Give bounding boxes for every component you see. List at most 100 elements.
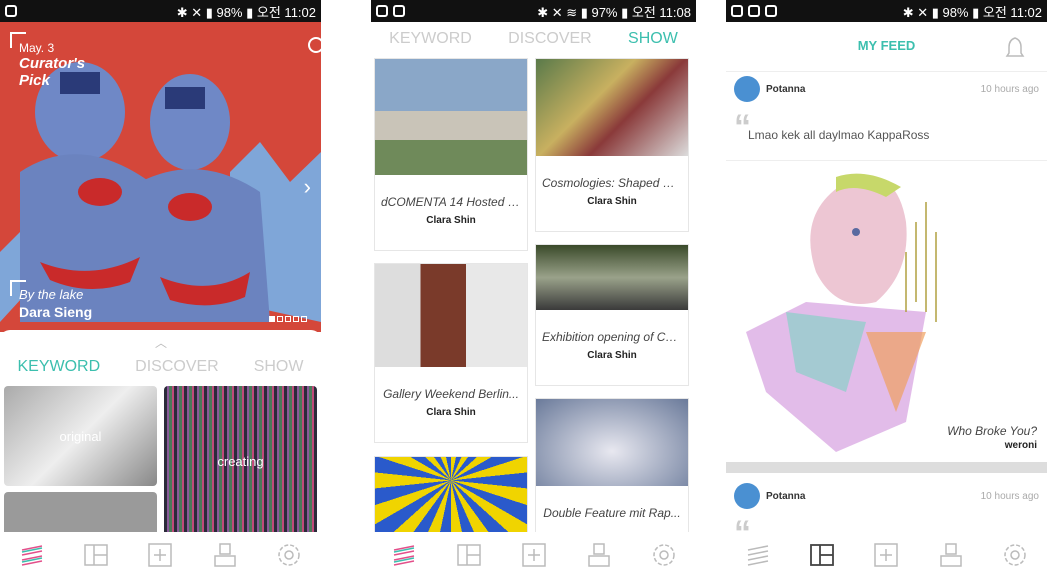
post-time: 10 hours ago	[980, 84, 1039, 95]
show-author: Clara Shin	[426, 407, 476, 418]
add-icon[interactable]	[521, 542, 547, 568]
show-image	[536, 399, 688, 486]
curators-pick-banner[interactable]: May. 3 Curator's Pick › By the lake Dara…	[0, 22, 321, 332]
post-artwork[interactable]	[726, 162, 1047, 460]
avatar[interactable]	[734, 483, 760, 509]
show-image	[536, 245, 688, 310]
gear-icon[interactable]	[651, 542, 677, 568]
bell-icon[interactable]	[1005, 36, 1025, 60]
show-author: Clara Shin	[587, 196, 637, 207]
carousel-dot[interactable]	[285, 316, 291, 322]
feed-header: MY FEED	[726, 22, 1047, 72]
profile-icon[interactable]	[212, 542, 238, 568]
post-text: Lmao kek all daylmao KappaRoss	[748, 128, 930, 142]
show-card[interactable]: Gallery Weekend Berlin... Clara Shin	[374, 263, 528, 443]
post-username[interactable]: Potanna	[766, 491, 805, 502]
carousel-dot[interactable]	[269, 316, 275, 322]
app-notification-icon	[748, 5, 760, 17]
show-image	[375, 264, 527, 367]
page-title: MY FEED	[857, 38, 916, 53]
show-title: Exhibition opening of Ch...	[542, 330, 683, 344]
phone-screen-show: ✱ ✕ ≋ ▮ 97% ▮ 오전 11:08 KEYWORD DISCOVER …	[371, 0, 696, 578]
keyword-label: creating	[217, 453, 264, 469]
keyword-tile[interactable]	[4, 492, 157, 536]
show-card[interactable]: Exhibition opening of Ch... Clara Shin	[535, 244, 689, 386]
home-lines-icon[interactable]	[391, 542, 417, 568]
show-card[interactable]: Double Feature mit Rap...	[535, 398, 689, 536]
post-time: 10 hours ago	[980, 491, 1039, 502]
artwork-title: Who Broke You?	[947, 424, 1037, 438]
artwork-author: weroni	[1004, 440, 1037, 451]
bottom-nav	[0, 532, 321, 578]
home-lines-icon[interactable]	[745, 542, 771, 568]
profile-icon[interactable]	[938, 542, 964, 568]
add-icon[interactable]	[147, 542, 173, 568]
status-time: 오전 11:08	[631, 4, 691, 20]
gear-icon[interactable]	[276, 542, 302, 568]
status-right: ✱ ✕ ▮ 98% ▮ 오전 11:02	[902, 4, 1042, 20]
avatar[interactable]	[734, 76, 760, 102]
show-image	[536, 59, 688, 156]
app-notification-icon	[5, 5, 17, 17]
artwork-title: By the lake	[19, 287, 84, 302]
battery-percent: 98%	[942, 4, 969, 20]
battery-percent: 98%	[216, 4, 243, 20]
divider	[726, 160, 1047, 161]
status-bar: ✱ ✕ ▮ 98% ▮ 오전 11:02	[726, 0, 1047, 22]
gear-icon[interactable]	[1002, 542, 1028, 568]
app-notification-icon	[376, 5, 388, 17]
app-notification-icon	[731, 5, 743, 17]
artwork-image	[726, 162, 1047, 460]
show-author: Clara Shin	[587, 350, 637, 361]
tab-discover[interactable]: DISCOVER	[508, 30, 592, 48]
home-lines-icon[interactable]	[19, 542, 45, 568]
tab-show[interactable]: SHOW	[254, 358, 304, 376]
show-card[interactable]: Cosmologies: Shaped By... Clara Shin	[535, 58, 689, 232]
show-image	[375, 59, 527, 175]
tab-discover[interactable]: DISCOVER	[135, 358, 219, 376]
curators-pick-label: Curator's Pick	[19, 55, 86, 89]
status-right: ✱ ✕ ▮ 98% ▮ 오전 11:02	[176, 4, 316, 20]
carousel-dot[interactable]	[277, 316, 283, 322]
carousel-dot[interactable]	[301, 316, 307, 322]
grid-icon[interactable]	[456, 542, 482, 568]
artist-name: Dara Sieng	[19, 304, 93, 320]
phone-screen-curators-pick: ✱ ✕ ▮ 98% ▮ 오전 11:02 May. 3 Curator's Pi…	[0, 0, 321, 578]
keyword-tile[interactable]: original	[4, 386, 157, 486]
app-notification-icon	[393, 5, 405, 17]
show-title: Gallery Weekend Berlin...	[383, 387, 519, 401]
status-bar: ✱ ✕ ▮ 98% ▮ 오전 11:02	[0, 0, 321, 22]
grid-icon[interactable]	[83, 542, 109, 568]
bottom-sheet: ︿ KEYWORD DISCOVER SHOW original creatin…	[0, 330, 321, 536]
tab-bar: KEYWORD DISCOVER SHOW	[0, 358, 321, 376]
add-icon[interactable]	[873, 542, 899, 568]
chevron-right-icon[interactable]: ›	[304, 174, 311, 200]
status-time: 오전 11:02	[256, 4, 316, 20]
grid-icon[interactable]	[809, 542, 835, 568]
show-title: Double Feature mit Rap...	[543, 506, 681, 520]
status-bar: ✱ ✕ ≋ ▮ 97% ▮ 오전 11:08	[371, 0, 696, 22]
show-card[interactable]	[374, 456, 528, 536]
tab-keyword[interactable]: KEYWORD	[17, 358, 100, 376]
app-notification-icon	[765, 5, 777, 17]
show-title: dCOMENTA 14 Hosted b...	[381, 195, 525, 209]
status-time: 오전 11:02	[982, 4, 1042, 20]
battery-percent: 97%	[591, 4, 618, 20]
carousel-dots	[269, 316, 307, 322]
profile-icon[interactable]	[586, 542, 612, 568]
post-username[interactable]: Potanna	[766, 84, 805, 95]
tab-show[interactable]: SHOW	[628, 30, 678, 48]
tab-keyword[interactable]: KEYWORD	[389, 30, 472, 48]
carousel-dot[interactable]	[293, 316, 299, 322]
tab-bar: KEYWORD DISCOVER SHOW	[371, 30, 696, 48]
divider	[726, 462, 1047, 473]
status-right: ✱ ✕ ≋ ▮ 97% ▮ 오전 11:08	[537, 4, 691, 20]
keyword-tile[interactable]: creating	[164, 386, 317, 536]
show-author: Clara Shin	[426, 215, 476, 226]
show-card[interactable]: dCOMENTA 14 Hosted b... Clara Shin	[374, 58, 528, 251]
pick-date: May. 3	[19, 41, 55, 55]
bottom-nav	[726, 532, 1047, 578]
bottom-nav	[371, 532, 696, 578]
chevron-up-icon[interactable]: ︿	[155, 334, 167, 351]
phone-screen-my-feed: ✱ ✕ ▮ 98% ▮ 오전 11:02 MY FEED Potanna 10 …	[726, 0, 1047, 578]
